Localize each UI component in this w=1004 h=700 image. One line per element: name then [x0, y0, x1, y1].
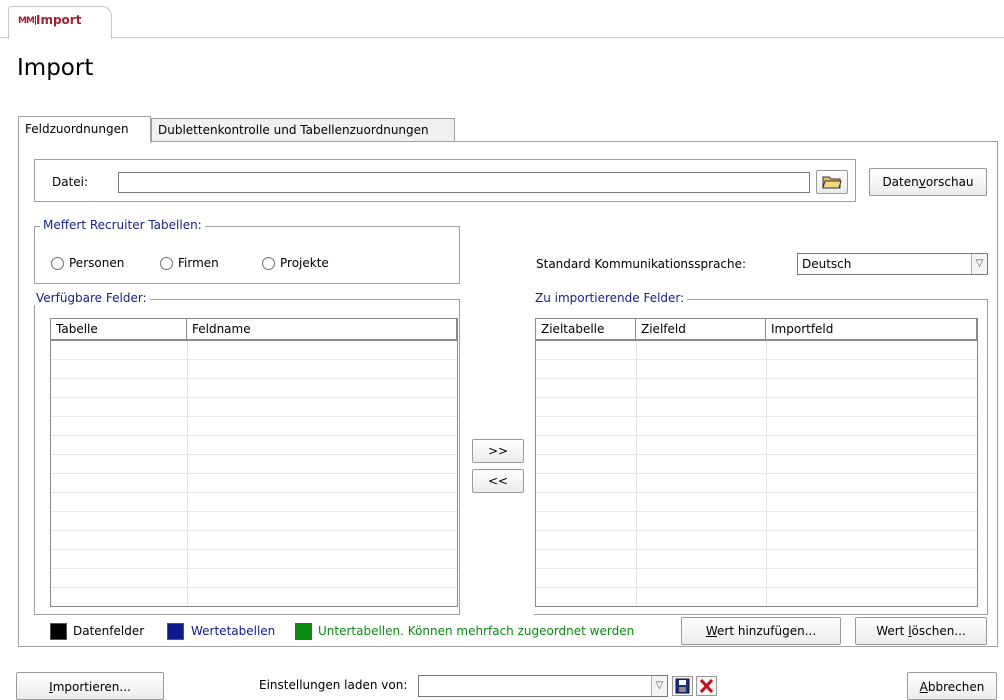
column-divider	[187, 341, 188, 606]
page-title: Import	[17, 55, 94, 81]
preview-label-a: Daten	[882, 175, 919, 189]
save-icon	[675, 678, 690, 694]
language-value: Deutsch	[802, 257, 852, 271]
add-value-label: ert hinzufügen...	[717, 624, 817, 638]
folder-open-icon	[822, 176, 842, 189]
import-fields-title: Zu importierende Felder:	[532, 291, 688, 305]
file-label: Datei:	[52, 175, 89, 189]
column-divider	[636, 341, 637, 606]
radio-personen-label: Personen	[69, 256, 125, 270]
add-value-button[interactable]: Wert hinzufügen...	[681, 617, 841, 645]
add-field-button[interactable]: >>	[472, 439, 524, 463]
settings-value	[419, 676, 651, 696]
cancel-hotkey: A	[919, 680, 928, 694]
available-fields-header: Tabelle Feldname	[51, 319, 457, 341]
cancel-button[interactable]: Abbrechen	[907, 672, 997, 700]
chevron-down-icon[interactable]: ▽	[971, 254, 987, 274]
cancel-label: bbrechen	[927, 680, 985, 694]
import-fields-grid[interactable]: Zieltabelle Zielfeld Importfeld	[535, 318, 978, 607]
delete-settings-button[interactable]	[696, 676, 717, 696]
chevron-down-icon[interactable]: ▽	[651, 676, 667, 696]
form-icon: MM|	[18, 16, 37, 26]
legend-label-wertetabellen: Wertetabellen	[191, 624, 276, 638]
file-path-input[interactable]	[118, 172, 810, 193]
tables-group-title: Meffert Recruiter Tabellen:	[40, 218, 205, 232]
radio-projekte[interactable]	[262, 257, 275, 270]
preview-label-b: orschau	[925, 175, 974, 189]
available-fields-rows	[51, 341, 457, 606]
delete-x-icon	[699, 678, 714, 694]
column-header-importfeld[interactable]: Importfeld	[766, 319, 977, 339]
preview-label-hotkey: v	[918, 175, 926, 189]
delete-value-label-b: öschen...	[911, 624, 966, 638]
tab-dublettenkontrolle[interactable]: Dublettenkontrolle und Tabellenzuordnung…	[151, 118, 455, 141]
radio-firmen-label: Firmen	[178, 256, 219, 270]
column-header-zieltabelle[interactable]: Zieltabelle	[536, 319, 636, 339]
tab-feldzuordnungen[interactable]: Feldzuordnungen	[18, 116, 151, 143]
available-fields-title: Verfügbare Felder:	[33, 291, 150, 305]
legend-swatch-untertabellen	[295, 623, 312, 640]
legend-swatch-datenfelder	[50, 623, 67, 640]
browse-button[interactable]	[816, 170, 848, 194]
document-tab-import[interactable]: MM| Import	[8, 6, 112, 39]
import-label: mportieren...	[52, 680, 131, 694]
column-header-tabelle[interactable]: Tabelle	[51, 319, 187, 339]
language-label: Standard Kommunikationssprache:	[536, 257, 747, 271]
import-fields-header: Zieltabelle Zielfeld Importfeld	[536, 319, 977, 341]
legend-swatch-wertetabellen	[167, 623, 184, 640]
legend-label-datenfelder: Datenfelder	[73, 624, 145, 638]
legend-label-untertabellen: Untertabellen. Können mehrfach zugeordne…	[318, 624, 635, 638]
save-settings-button[interactable]	[672, 676, 693, 696]
settings-select[interactable]: ▽	[418, 675, 668, 697]
column-divider	[766, 341, 767, 606]
document-tab-label: Import	[36, 13, 82, 27]
import-button[interactable]: Importieren...	[16, 672, 164, 700]
document-tab-strip	[0, 0, 1004, 38]
column-header-zielfeld[interactable]: Zielfeld	[636, 319, 766, 339]
column-header-feldname[interactable]: Feldname	[187, 319, 457, 339]
settings-load-label: Einstellungen laden von:	[259, 678, 408, 692]
import-fields-rows	[536, 341, 977, 606]
add-value-hotkey: W	[705, 624, 717, 638]
language-select[interactable]: Deutsch ▽	[797, 253, 988, 275]
available-fields-grid[interactable]: Tabelle Feldname	[50, 318, 458, 607]
remove-field-button[interactable]: <<	[472, 469, 524, 493]
tables-group	[34, 226, 460, 284]
preview-button[interactable]: Datenvorschau	[869, 168, 987, 196]
delete-value-button[interactable]: Wert löschen...	[855, 617, 987, 645]
radio-projekte-label: Projekte	[280, 256, 329, 270]
radio-personen[interactable]	[51, 257, 64, 270]
delete-value-label-a: Wert	[876, 624, 909, 638]
radio-firmen[interactable]	[160, 257, 173, 270]
